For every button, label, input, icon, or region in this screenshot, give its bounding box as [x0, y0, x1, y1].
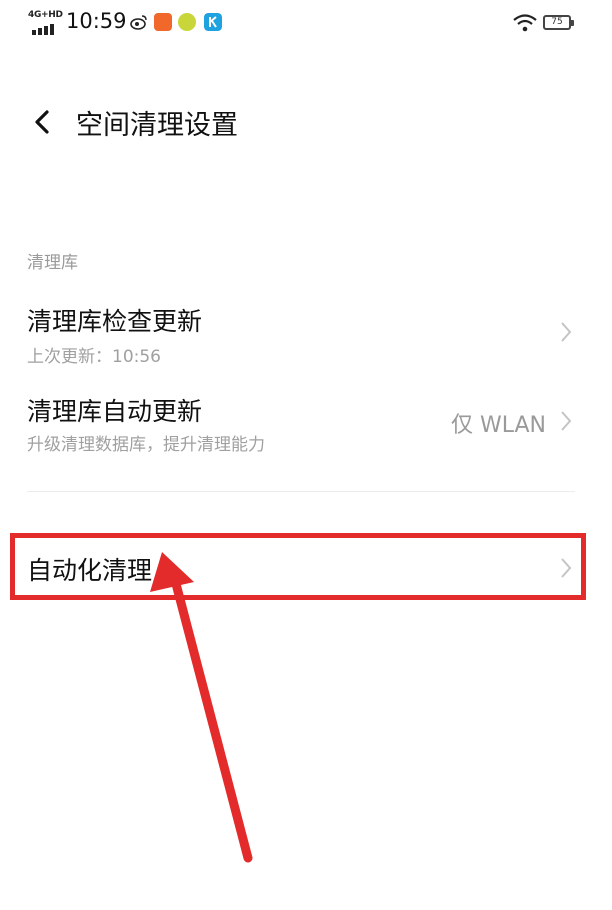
list-item-subtitle: 升级清理数据库，提升清理能力 [27, 435, 265, 455]
battery-icon: 75 [543, 15, 574, 30]
list-item-check-update[interactable]: 清理库检查更新 上次更新：10:56 [0, 290, 612, 370]
app-orange-icon [154, 13, 172, 31]
divider [27, 491, 575, 492]
chevron-right-icon [561, 322, 572, 342]
status-bar: 4G+HD 10:59 75 [0, 0, 612, 46]
section-label: 清理库 [27, 253, 78, 273]
weibo-icon [130, 15, 147, 30]
network-type-label: 4G+HD [28, 10, 63, 20]
list-item-subtitle: 上次更新：10:56 [27, 347, 161, 367]
page-header: 空间清理设置 [0, 95, 612, 151]
list-item-title: 清理库检查更新 [27, 307, 203, 336]
chevron-right-icon [561, 411, 572, 431]
highlight-box [10, 533, 586, 600]
list-item-auto-update[interactable]: 清理库自动更新 升级清理数据库，提升清理能力 仅 WLAN [0, 380, 612, 465]
app-green-icon [178, 13, 196, 31]
page-title: 空间清理设置 [76, 110, 238, 141]
wifi-icon [513, 14, 537, 32]
app-blue-k-icon [204, 13, 222, 31]
status-time: 10:59 [66, 9, 127, 33]
list-item-value: 仅 WLAN [450, 413, 546, 438]
signal-icon [32, 24, 54, 35]
chevron-left-icon[interactable] [28, 107, 56, 137]
list-item-title: 清理库自动更新 [27, 397, 203, 426]
